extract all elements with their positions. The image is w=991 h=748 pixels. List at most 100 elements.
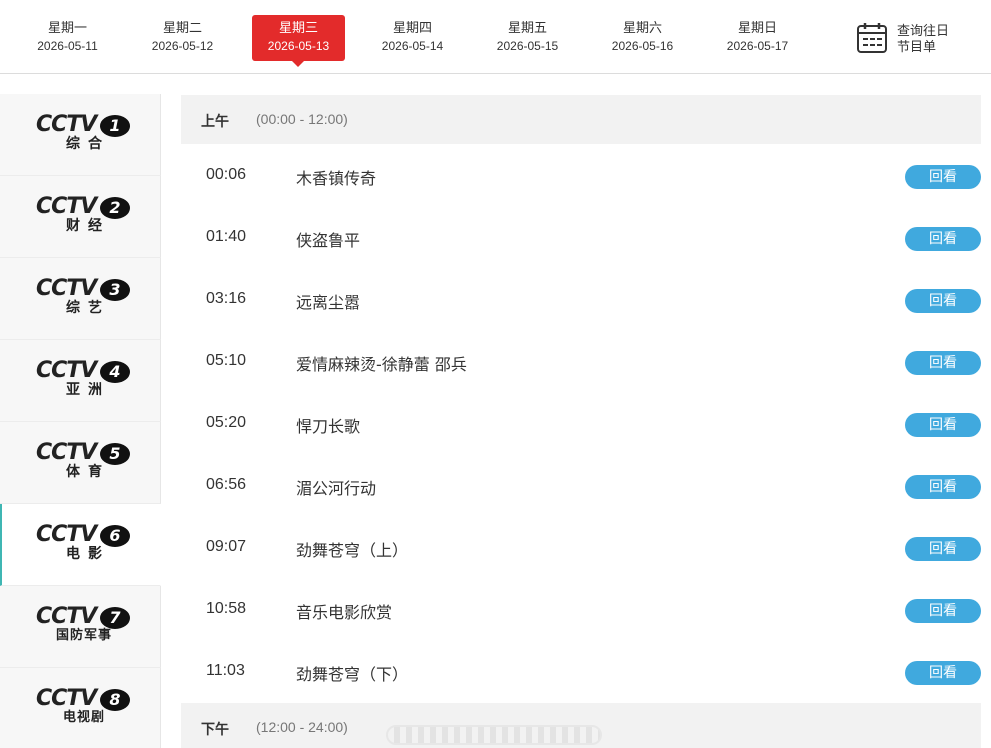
replay-button[interactable]: 回看 xyxy=(905,537,981,561)
channel-mark: CCTV xyxy=(36,358,97,383)
section-label: 下午 xyxy=(201,722,229,738)
program-time: 11:03 xyxy=(206,662,245,679)
program-title[interactable]: 木香镇传奇 xyxy=(296,165,376,189)
program-row: 01:40 侠盗鲁平 回看 xyxy=(181,206,981,268)
day-tab-sun[interactable]: 星期日 2026-05-17 xyxy=(711,15,804,61)
channel-logo: CCTV 6 电影 xyxy=(36,522,132,566)
channel-mark: CCTV xyxy=(36,440,97,465)
replay-button[interactable]: 回看 xyxy=(905,227,981,251)
history-label-line2: 节目单 xyxy=(897,40,937,55)
channel-mark: CCTV xyxy=(36,522,97,547)
replay-button[interactable]: 回看 xyxy=(905,599,981,623)
replay-button[interactable]: 回看 xyxy=(905,661,981,685)
horizontal-scroll-handle[interactable] xyxy=(386,725,602,745)
day-selector: 星期一 2026-05-11 星期二 2026-05-12 星期三 2026-0… xyxy=(0,0,991,74)
channel-name: 财经 xyxy=(66,218,110,234)
day-date: 2026-05-17 xyxy=(726,39,789,53)
day-weekday: 星期一 xyxy=(47,21,87,36)
replay-button[interactable]: 回看 xyxy=(905,289,981,313)
channel-number: 8 xyxy=(100,689,130,711)
day-date: 2026-05-13 xyxy=(267,39,330,53)
program-title[interactable]: 湄公河行动 xyxy=(296,475,376,499)
channel-number: 7 xyxy=(100,607,130,629)
day-tab-fri[interactable]: 星期五 2026-05-15 xyxy=(481,15,574,61)
program-time: 09:07 xyxy=(206,538,247,555)
section-range: (12:00 - 24:00) xyxy=(256,719,348,735)
channel-item-cctv2[interactable]: CCTV 2 财经 xyxy=(0,176,161,258)
channel-mark: CCTV xyxy=(36,112,97,137)
program-title[interactable]: 爱情麻辣烫-徐静蕾 邵兵 xyxy=(296,351,467,375)
program-title[interactable]: 悍刀长歌 xyxy=(296,413,360,437)
section-header-afternoon[interactable]: 下午 (12:00 - 24:00) xyxy=(181,703,981,748)
channel-mark: CCTV xyxy=(36,194,97,219)
program-row: 06:56 湄公河行动 回看 xyxy=(181,454,981,516)
program-title[interactable]: 远离尘嚣 xyxy=(296,289,360,313)
day-tab-mon[interactable]: 星期一 2026-05-11 xyxy=(21,15,114,61)
channel-name: 综合 xyxy=(66,136,110,152)
program-title[interactable]: 劲舞苍穹（上） xyxy=(296,537,408,561)
section-header-morning: 上午 (00:00 - 12:00) xyxy=(181,95,981,144)
program-time: 10:58 xyxy=(206,600,247,617)
replay-button[interactable]: 回看 xyxy=(905,413,981,437)
day-tab-sat[interactable]: 星期六 2026-05-16 xyxy=(596,15,689,61)
program-time: 01:40 xyxy=(206,228,247,245)
channel-mark: CCTV xyxy=(36,276,97,301)
program-row: 10:58 音乐电影欣赏 回看 xyxy=(181,578,981,640)
channel-number: 4 xyxy=(100,361,130,383)
program-title[interactable]: 音乐电影欣赏 xyxy=(296,599,392,623)
day-date: 2026-05-16 xyxy=(611,39,674,53)
program-time: 00:06 xyxy=(206,166,247,183)
channel-item-cctv1[interactable]: CCTV 1 综合 xyxy=(0,94,161,176)
channel-item-cctv6[interactable]: CCTV 6 电影 xyxy=(0,504,161,586)
replay-button[interactable]: 回看 xyxy=(905,351,981,375)
channel-name: 体育 xyxy=(66,464,110,480)
day-tab-thu[interactable]: 星期四 2026-05-14 xyxy=(366,15,459,61)
day-tab-tue[interactable]: 星期二 2026-05-12 xyxy=(136,15,229,61)
program-row: 11:03 劲舞苍穹（下） 回看 xyxy=(181,640,981,702)
program-time: 05:10 xyxy=(206,352,247,369)
program-row: 00:06 木香镇传奇 回看 xyxy=(181,144,981,206)
program-row: 03:16 远离尘嚣 回看 xyxy=(181,268,981,330)
program-row: 05:10 爱情麻辣烫-徐静蕾 邵兵 回看 xyxy=(181,330,981,392)
channel-name: 国防军事 xyxy=(55,628,112,643)
replay-button[interactable]: 回看 xyxy=(905,475,981,499)
day-weekday: 星期五 xyxy=(507,21,547,36)
channel-logo: CCTV 2 财经 xyxy=(36,194,132,238)
channel-number: 6 xyxy=(100,525,130,547)
calendar-icon xyxy=(857,23,887,53)
channel-logo: CCTV 8 电视剧 xyxy=(36,686,132,730)
channel-number: 1 xyxy=(100,115,130,137)
day-weekday: 星期二 xyxy=(162,21,202,36)
day-tab-wed[interactable]: 星期三 2026-05-13 xyxy=(252,15,345,67)
day-weekday: 星期六 xyxy=(622,21,662,36)
day-date: 2026-05-14 xyxy=(381,39,444,53)
program-time: 05:20 xyxy=(206,414,247,431)
program-row: 05:20 悍刀长歌 回看 xyxy=(181,392,981,454)
channel-item-cctv7[interactable]: CCTV 7 国防军事 xyxy=(0,586,161,668)
channel-mark: CCTV xyxy=(36,604,97,629)
day-date: 2026-05-12 xyxy=(151,39,214,53)
channel-item-cctv3[interactable]: CCTV 3 综艺 xyxy=(0,258,161,340)
channel-item-cctv4[interactable]: CCTV 4 亚洲 xyxy=(0,340,161,422)
channel-number: 2 xyxy=(100,197,130,219)
history-schedule-link[interactable]: 查询往日 节目单 xyxy=(856,22,976,56)
channel-item-cctv8[interactable]: CCTV 8 电视剧 xyxy=(0,668,161,748)
history-label-line1: 查询往日 xyxy=(897,24,950,39)
channel-name: 亚洲 xyxy=(66,382,110,398)
channel-item-cctv5[interactable]: CCTV 5 体育 xyxy=(0,422,161,504)
program-time: 06:56 xyxy=(206,476,247,493)
channel-mark: CCTV xyxy=(36,686,97,711)
day-weekday: 星期四 xyxy=(392,21,432,36)
channel-logo: CCTV 1 综合 xyxy=(36,112,132,156)
program-title[interactable]: 劲舞苍穹（下） xyxy=(296,661,408,685)
program-time: 03:16 xyxy=(206,290,247,307)
channel-sidebar: CCTV 1 综合 CCTV 2 财经 CCTV 3 综艺 CCTV 4 亚洲 … xyxy=(0,94,161,748)
channel-logo: CCTV 5 体育 xyxy=(36,440,132,484)
program-title[interactable]: 侠盗鲁平 xyxy=(296,227,360,251)
channel-logo: CCTV 3 综艺 xyxy=(36,276,132,320)
day-date: 2026-05-11 xyxy=(37,39,98,53)
replay-button[interactable]: 回看 xyxy=(905,165,981,189)
program-row: 09:07 劲舞苍穹（上） 回看 xyxy=(181,516,981,578)
day-date: 2026-05-15 xyxy=(496,39,559,53)
channel-number: 3 xyxy=(100,279,130,301)
